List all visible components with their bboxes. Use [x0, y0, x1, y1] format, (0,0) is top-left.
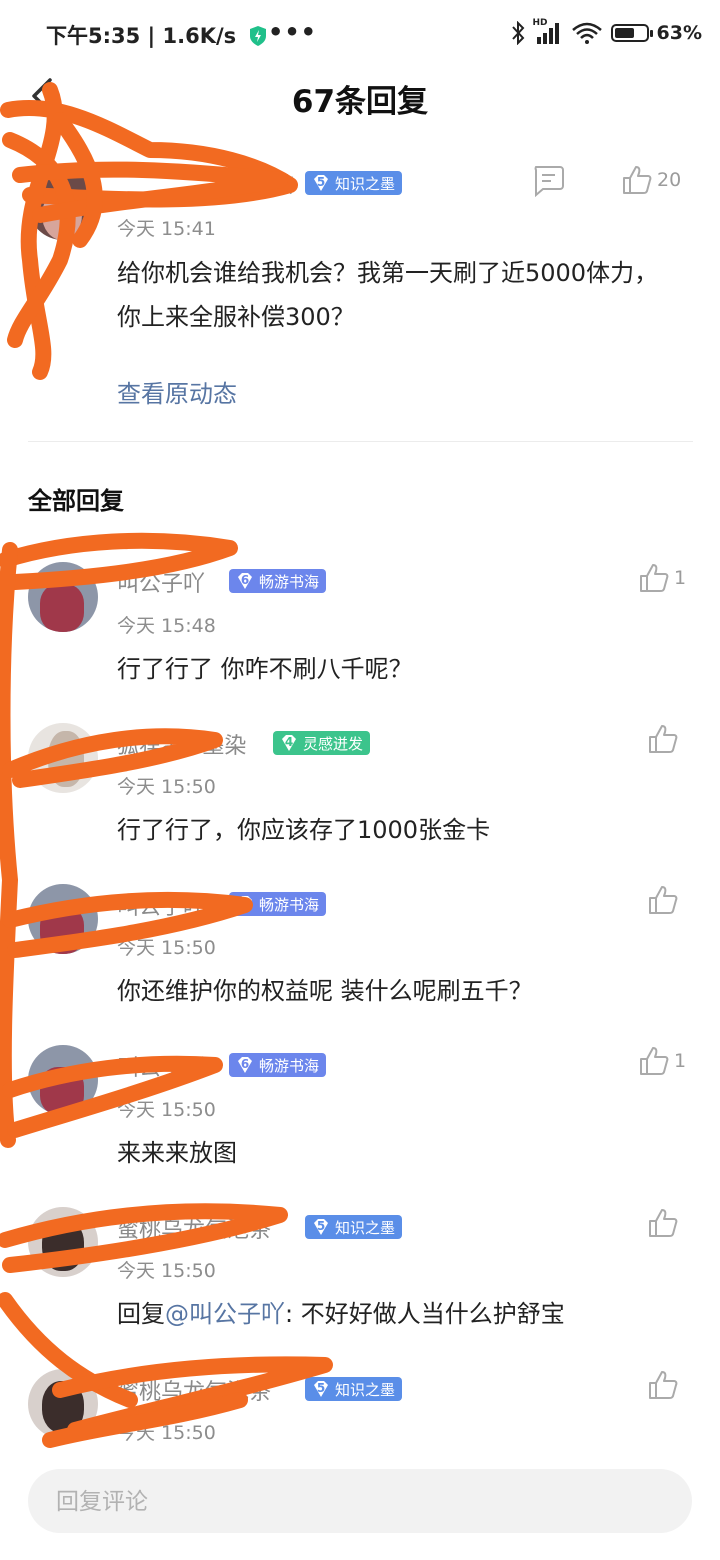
- diamond-icon: 4: [279, 733, 299, 753]
- badge-title: 畅游书海: [259, 572, 320, 591]
- view-original-link[interactable]: 查看原动态: [117, 374, 237, 409]
- thumbs-up-icon: [649, 1209, 678, 1237]
- like-button[interactable]: [647, 1207, 683, 1239]
- reply-prefix: 回复: [117, 1300, 165, 1328]
- reply-username[interactable]: 叫公子吖: [117, 566, 205, 598]
- reply-username[interactable]: 蜜桃乌龙气泡茶: [117, 1212, 271, 1244]
- main-username[interactable]: 茶: [272, 168, 294, 200]
- reply-body: : 不好好做人当什么护舒宝: [285, 1300, 565, 1328]
- reply-time: 今天 15:50: [117, 1422, 216, 1444]
- wifi-icon: [571, 22, 602, 44]
- like-button[interactable]: [647, 1369, 683, 1401]
- badge-title: 畅游书海: [259, 1056, 320, 1075]
- reply-username[interactable]: 叫公子吖: [117, 889, 205, 921]
- like-count: 20: [657, 169, 682, 191]
- comment-bubble-icon[interactable]: [531, 163, 565, 197]
- divider: [28, 441, 693, 442]
- reply-text: 来来来放图: [117, 1139, 237, 1167]
- like-count: 1: [674, 567, 687, 589]
- avatar[interactable]: [28, 723, 98, 793]
- badge-title: 知识之墨: [335, 174, 396, 193]
- mention-link[interactable]: @叫公子吖: [165, 1300, 285, 1328]
- avatar[interactable]: [28, 1207, 98, 1277]
- badge-title: 畅游书海: [259, 895, 320, 914]
- reply-text: 回复@叫公子吖: 不好好做人当什么护舒宝: [117, 1292, 565, 1336]
- diamond-icon: 5: [311, 1217, 331, 1237]
- avatar[interactable]: [28, 1369, 98, 1439]
- section-title: 全部回复: [28, 487, 124, 515]
- comment-time: 今天 15:41: [117, 218, 216, 240]
- thumbs-up-icon: [623, 166, 652, 194]
- thumbs-up-icon: [640, 564, 669, 592]
- badge-title: 灵感迸发: [303, 734, 364, 753]
- reply-username[interactable]: 狐狸and墨染: [117, 728, 246, 760]
- avatar[interactable]: [28, 884, 98, 954]
- battery-fill: [614, 28, 634, 38]
- badge-title: 知识之墨: [335, 1380, 396, 1399]
- like-button[interactable]: 1: [638, 562, 686, 594]
- reply-text: 你还维护你的权益呢 装什么呢刷五千？: [117, 977, 533, 1005]
- thumbs-up-icon: [640, 1047, 669, 1075]
- thumbs-up-icon: [649, 725, 678, 753]
- status-more-dots: •••: [268, 18, 318, 46]
- reply-text: 行了行了 你咋不刷八千呢？: [117, 655, 413, 683]
- level-badge: 5 知识之墨: [305, 171, 403, 195]
- avatar[interactable]: [28, 170, 98, 240]
- status-time-speed: 下午5:35 | 1.6K/s: [46, 24, 237, 48]
- diamond-icon: 6: [235, 894, 255, 914]
- main-comment-text: 给你机会谁给我机会？我第一天刷了近5000体力，你上来全服补偿300？: [117, 259, 659, 331]
- reply-text: 行了行了，你应该存了1000张金卡: [117, 816, 491, 844]
- avatar[interactable]: [28, 562, 98, 632]
- reply-time: 今天 15:50: [117, 1099, 216, 1121]
- diamond-icon: 5: [311, 1379, 331, 1399]
- reply-username[interactable]: 叫公子吖: [117, 1050, 205, 1082]
- thumbs-up-icon: [649, 886, 678, 914]
- like-button[interactable]: 1: [638, 1045, 686, 1077]
- signal-icon: HD: [533, 18, 563, 45]
- reply-username[interactable]: 蜜桃乌龙气泡茶: [117, 1374, 271, 1406]
- status-bar: 下午5:35 | 1.6K/s ••• HD 63%: [0, 0, 720, 68]
- reply-time: 今天 15:50: [117, 776, 216, 798]
- avatar[interactable]: [28, 1045, 98, 1115]
- like-button[interactable]: [647, 884, 683, 916]
- reply-time: 今天 15:50: [117, 1260, 216, 1282]
- diamond-icon: 6: [235, 1055, 255, 1075]
- battery-percent: 63%: [656, 22, 702, 44]
- level-badge: 5 知识之墨: [305, 1377, 403, 1401]
- shield-icon: [250, 26, 267, 46]
- like-button[interactable]: [647, 723, 683, 755]
- page-title: 67条回复: [291, 84, 429, 120]
- reply-input[interactable]: [28, 1469, 692, 1533]
- bluetooth-icon: [511, 21, 524, 45]
- reply-time: 今天 15:50: [117, 937, 216, 959]
- level-badge: 6 畅游书海: [229, 892, 327, 916]
- level-badge: 6 畅游书海: [229, 1053, 327, 1077]
- like-button[interactable]: 20: [621, 164, 681, 196]
- battery-icon: [610, 24, 653, 42]
- level-badge: 4 灵感迸发: [273, 731, 371, 755]
- level-badge: 5 知识之墨: [305, 1215, 403, 1239]
- like-count: 1: [674, 1050, 687, 1072]
- diamond-icon: 6: [235, 571, 255, 591]
- diamond-icon: 5: [311, 173, 331, 193]
- badge-title: 知识之墨: [335, 1218, 396, 1237]
- reply-time: 今天 15:48: [117, 615, 216, 637]
- level-badge: 6 畅游书海: [229, 569, 327, 593]
- status-time: 下午5:35 | 1.6K/s: [46, 20, 267, 50]
- thumbs-up-icon: [649, 1371, 678, 1399]
- status-right: HD 63%: [511, 18, 702, 48]
